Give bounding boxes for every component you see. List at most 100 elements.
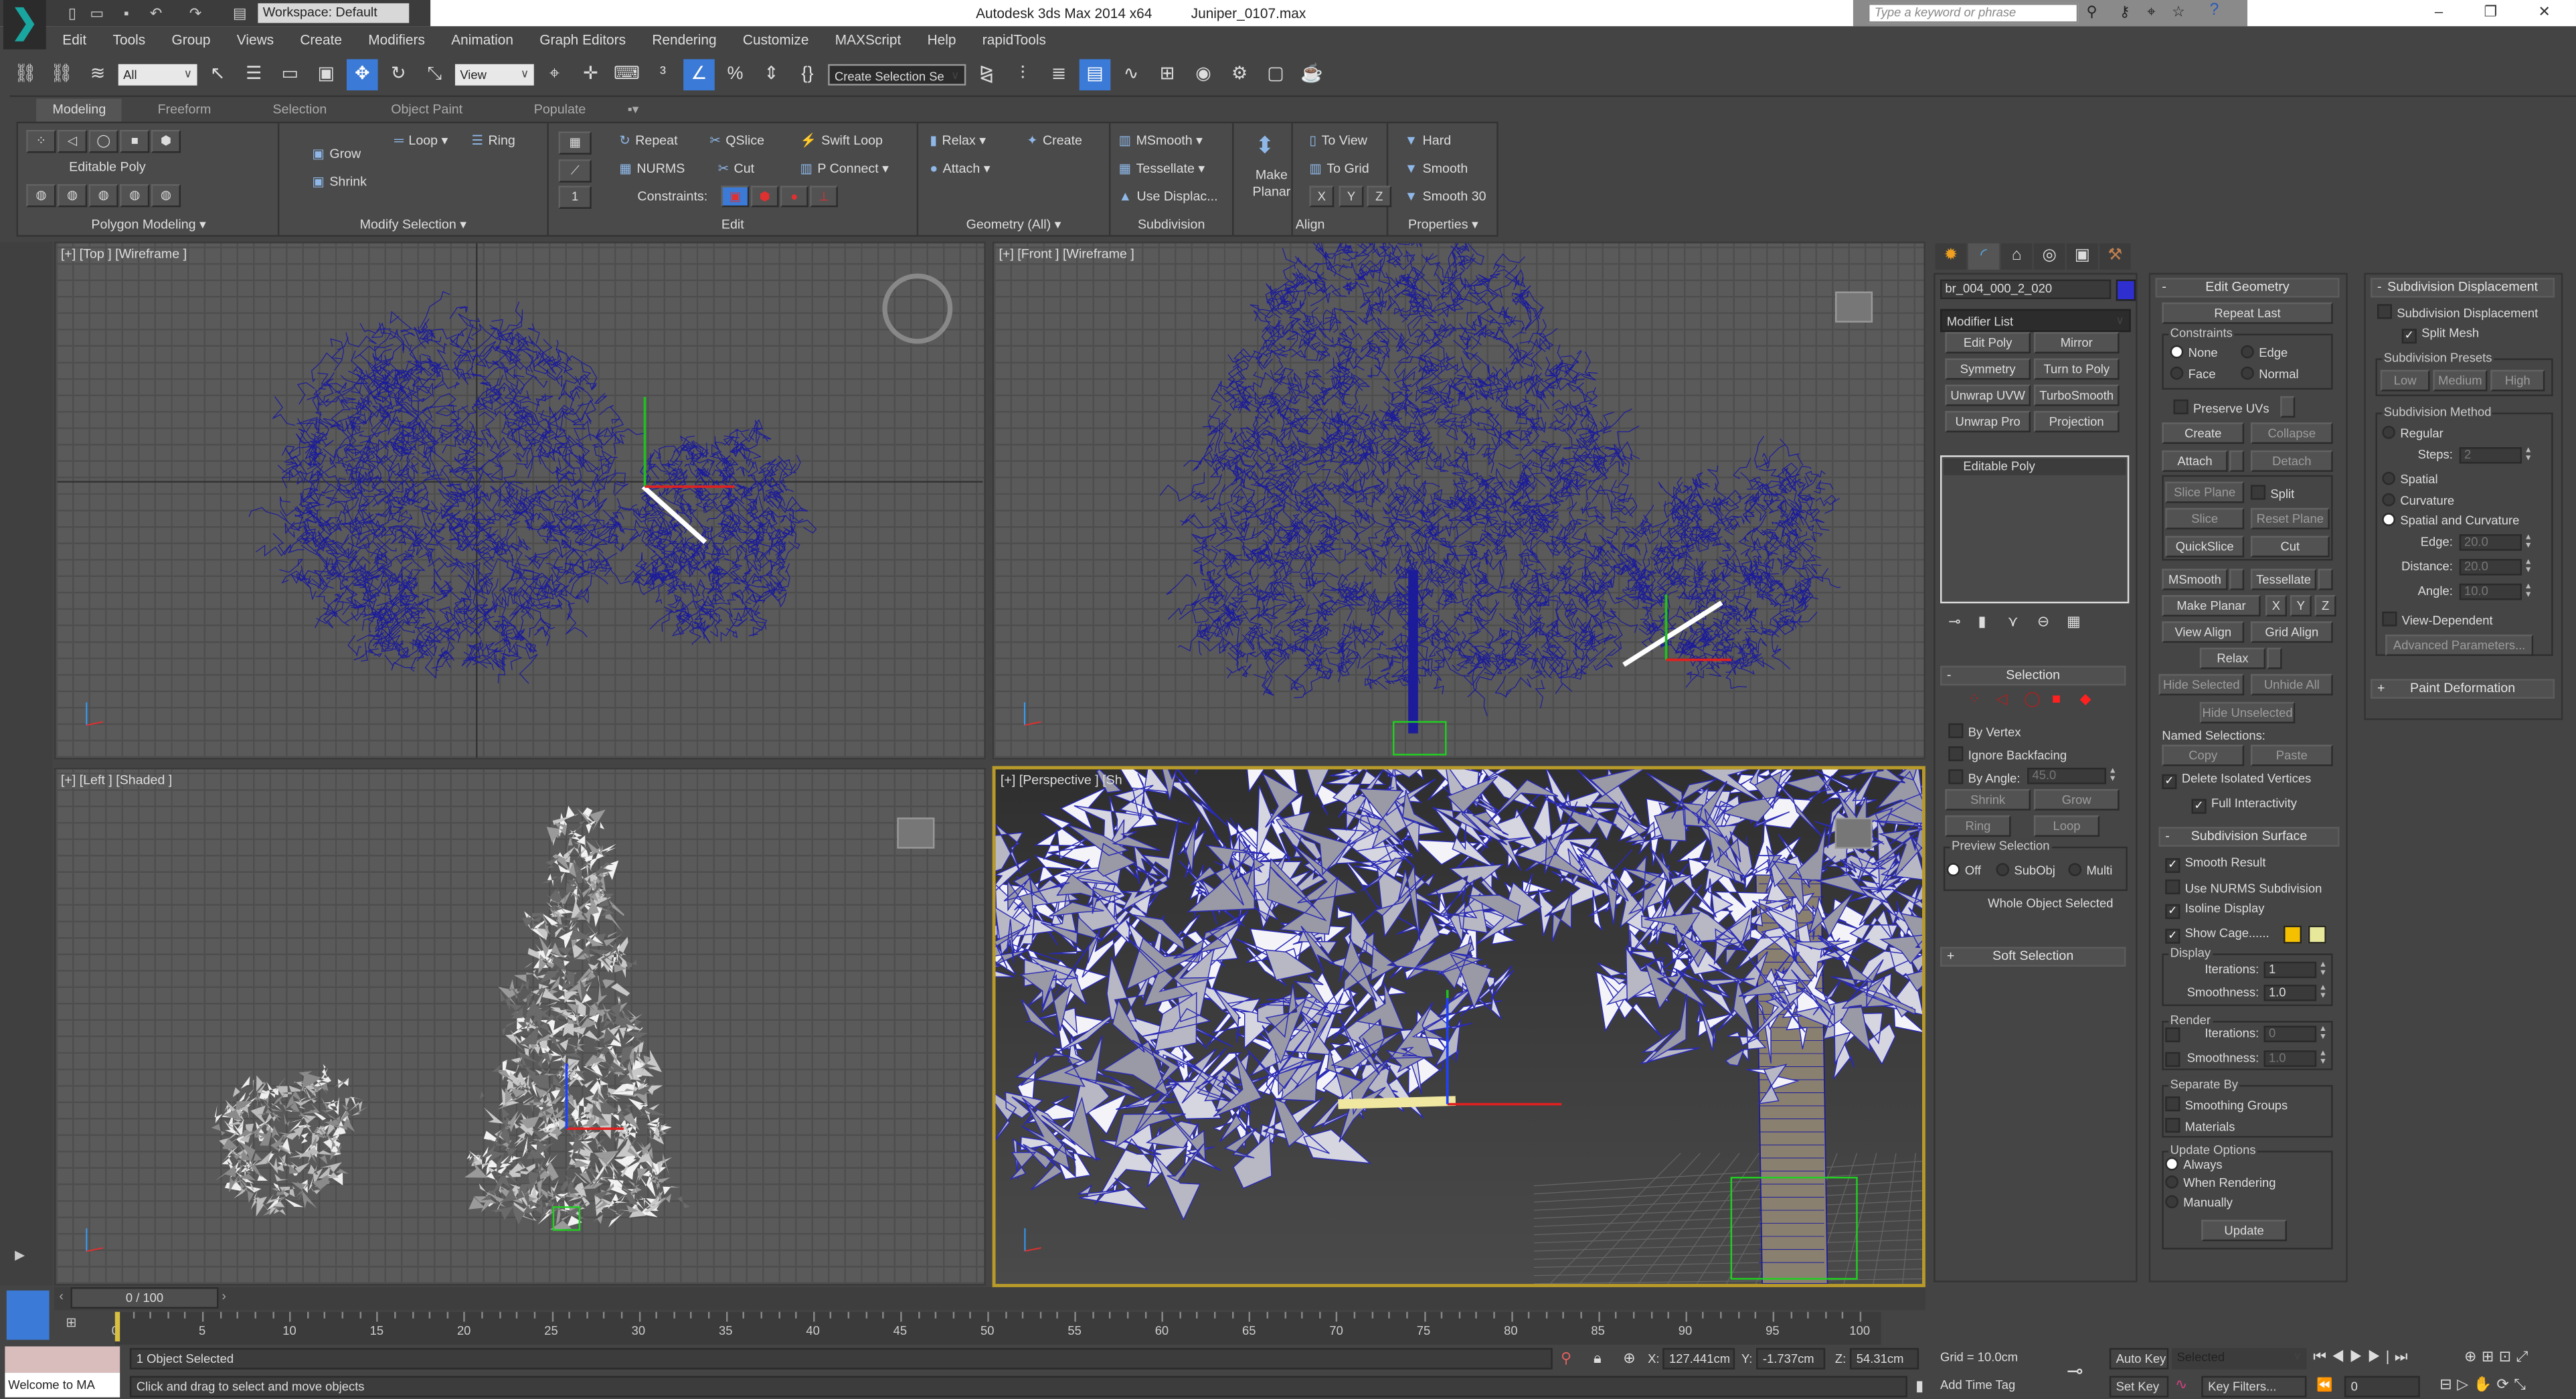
collapse-icon[interactable]: - xyxy=(2162,280,2166,297)
p-connect-button[interactable]: ▥ P Connect ▾ xyxy=(800,159,889,179)
constraint-move-button[interactable]: ▣ xyxy=(721,185,750,208)
modifier-projection-button[interactable]: Projection xyxy=(2033,410,2120,432)
minimize-button[interactable]: – xyxy=(2435,3,2443,20)
mini-curve-editor-icon[interactable]: ⊞ xyxy=(66,1315,76,1330)
remove-modifier-icon[interactable]: ⊖ xyxy=(2037,613,2050,631)
key-mode-dropdown[interactable]: Selected xyxy=(2172,1347,2307,1370)
subobject-element-icon[interactable]: ◆ xyxy=(2080,690,2091,708)
curve-editor-icon[interactable]: ∿ xyxy=(1116,59,1147,90)
copy-button[interactable]: Copy xyxy=(2162,744,2245,766)
selection-lock-icon[interactable]: 🔒︎ xyxy=(1594,1349,1602,1368)
constraint-edge-radio[interactable]: Edge xyxy=(2241,345,2288,360)
subdivision-displacement-checkbox[interactable]: Subdivision Displacement xyxy=(2377,304,2538,321)
grow-button[interactable]: ▣ Grow xyxy=(312,145,361,164)
smooth-30-button[interactable]: ▼ Smooth 30 xyxy=(1405,187,1486,207)
align-icon[interactable]: ⫶ xyxy=(1007,59,1039,90)
display-tab-icon[interactable]: ▣ xyxy=(2067,243,2098,270)
unlink-icon[interactable]: ⛓ xyxy=(46,59,78,90)
collapse-icon[interactable]: - xyxy=(2165,829,2170,845)
edge-field[interactable]: 20.0 xyxy=(2459,534,2522,551)
new-file-icon[interactable]: ▯ xyxy=(62,3,82,23)
polygon-modeling-tool-button[interactable]: ◍ xyxy=(151,184,181,208)
add-time-tag-button[interactable]: Add Time Tag xyxy=(1935,1376,2051,1398)
select-by-name-icon[interactable]: ☰ xyxy=(238,59,270,90)
menu-graph-editors[interactable]: Graph Editors xyxy=(527,26,639,52)
open-file-icon[interactable]: ▭ xyxy=(87,3,106,23)
pivot-center-icon[interactable]: ⌖ xyxy=(539,59,570,90)
delete-isolated-vertices-checkbox[interactable]: ✓ Delete Isolated Vertices xyxy=(2162,771,2311,789)
radio-selected[interactable] xyxy=(1946,863,1960,876)
menu-rapidtools[interactable]: rapidTools xyxy=(969,26,1059,52)
collapse-icon[interactable]: - xyxy=(2377,280,2382,297)
materials-checkbox[interactable]: Materials xyxy=(2165,1118,2235,1135)
modifier-turbosmooth-button[interactable]: TurboSmooth xyxy=(2033,384,2120,406)
ribbon-panel-label[interactable]: Geometry (All) ▾ xyxy=(918,214,1109,235)
isolate-selection-icon[interactable]: ⚲ xyxy=(1561,1349,1571,1368)
playback-controls[interactable]: ⏮◀▶▶|⏭ xyxy=(2313,1348,2413,1366)
expand-icon[interactable]: + xyxy=(2377,681,2385,697)
relax-button[interactable]: ▮ Relax ▾ xyxy=(930,131,986,151)
viewport-layout-tabs[interactable]: ▶ xyxy=(0,242,53,1286)
edit-panel-tool-button[interactable]: 1 xyxy=(558,185,592,209)
maxscript-listener-input[interactable]: Welcome to MA xyxy=(5,1372,120,1398)
select-manipulate-icon[interactable]: ✛ xyxy=(575,59,606,90)
radio-selected[interactable] xyxy=(2382,513,2395,526)
create-button[interactable]: Create xyxy=(2162,422,2245,444)
render-smoothness-field[interactable]: 1.0 xyxy=(2263,1050,2317,1067)
shrink-button[interactable]: ▣ Shrink xyxy=(312,173,367,192)
soft-selection-rollout[interactable]: + Soft Selection xyxy=(1940,947,2126,967)
menu-customize[interactable]: Customize xyxy=(729,26,822,52)
subobject-border-button[interactable]: ◯ xyxy=(88,130,118,153)
tessellate-button[interactable]: ▦ Tessellate ▾ xyxy=(1119,159,1205,179)
menu-maxscript[interactable]: MAXScript xyxy=(822,26,914,52)
paste-button[interactable]: Paste xyxy=(2250,744,2333,766)
edit-geometry-rollout[interactable]: - Edit Geometry xyxy=(2155,278,2340,298)
constraint-normal-radio[interactable]: Normal xyxy=(2241,366,2299,382)
preview-multi-radio[interactable]: Multi xyxy=(2068,863,2112,878)
edit-panel-tool-button[interactable]: ⟋ xyxy=(558,159,592,183)
preview-subobj-radio[interactable]: SubObj xyxy=(1996,863,2055,878)
render-production-icon[interactable]: ☕ xyxy=(1296,59,1328,90)
distance-spinner[interactable]: ▲ ▼ xyxy=(2523,558,2533,576)
reference-coordinate-dropdown[interactable]: View xyxy=(454,64,534,86)
align-z-button[interactable]: Z xyxy=(1367,185,1392,208)
ring-button[interactable]: ☰ Ring xyxy=(471,131,515,151)
select-object-icon[interactable]: ↖ xyxy=(202,59,234,90)
constraint-scale-button[interactable]: ● xyxy=(780,185,808,208)
use-nurms-checkbox[interactable]: Use NURMS Subdivision xyxy=(2165,879,2322,896)
align-x-button[interactable]: X xyxy=(1309,185,1335,208)
swift-loop-button[interactable]: ⚡ Swift Loop xyxy=(800,131,883,151)
viewport-label[interactable]: [+] [Left ] [Shaded ] xyxy=(61,772,172,787)
relax-button[interactable]: Relax xyxy=(2199,647,2266,669)
method-spatial-radio[interactable]: Spatial xyxy=(2382,471,2438,487)
update-always-radio[interactable]: Always xyxy=(2165,1157,2223,1172)
method-curvature-radio[interactable]: Curvature xyxy=(2382,493,2454,508)
key-mode-toggle-icon[interactable]: ⏪ xyxy=(2316,1378,2332,1392)
show-end-result-icon[interactable]: ▮ xyxy=(1978,613,1986,631)
detach-button[interactable]: Detach xyxy=(2250,450,2333,472)
checkbox[interactable] xyxy=(2250,485,2266,500)
time-prev-icon[interactable]: ‹ xyxy=(59,1289,64,1303)
layer-manager-icon[interactable]: ≣ xyxy=(1043,59,1075,90)
ribbon-panel-label[interactable]: Modify Selection ▾ xyxy=(279,214,547,235)
configure-modifier-sets-icon[interactable]: ▦ xyxy=(2067,613,2081,631)
modifier-symmetry-button[interactable]: Symmetry xyxy=(1945,358,2031,380)
preset-high-button[interactable]: High xyxy=(2490,369,2545,392)
subobject-vertex-icon[interactable]: ⁘ xyxy=(1968,690,1981,708)
window-crossing-icon[interactable]: ▣ xyxy=(311,59,342,90)
attach-button[interactable]: ● Attach ▾ xyxy=(930,159,990,179)
update-button[interactable]: Update xyxy=(2201,1220,2287,1242)
radio[interactable] xyxy=(2241,345,2254,359)
ribbon-tab-modeling[interactable]: Modeling xyxy=(36,98,122,122)
relax-settings-button[interactable] xyxy=(2267,647,2282,669)
ribbon-panel-label[interactable]: Align xyxy=(1233,214,1386,235)
subobject-element-button[interactable]: ⬢ xyxy=(151,130,181,153)
radio-selected[interactable] xyxy=(2170,345,2184,359)
set-key-button[interactable]: Set Key xyxy=(2109,1376,2169,1398)
display-smoothness-spinner[interactable]: ▲ ▼ xyxy=(2318,984,2328,1001)
current-frame-marker[interactable] xyxy=(114,1311,120,1342)
rect-selection-icon[interactable]: ▭ xyxy=(274,59,306,90)
cut-button[interactable]: ✂ Cut xyxy=(718,159,754,179)
viewport-layouts-button[interactable] xyxy=(6,1290,50,1340)
maxscript-listener-output[interactable] xyxy=(5,1346,120,1373)
